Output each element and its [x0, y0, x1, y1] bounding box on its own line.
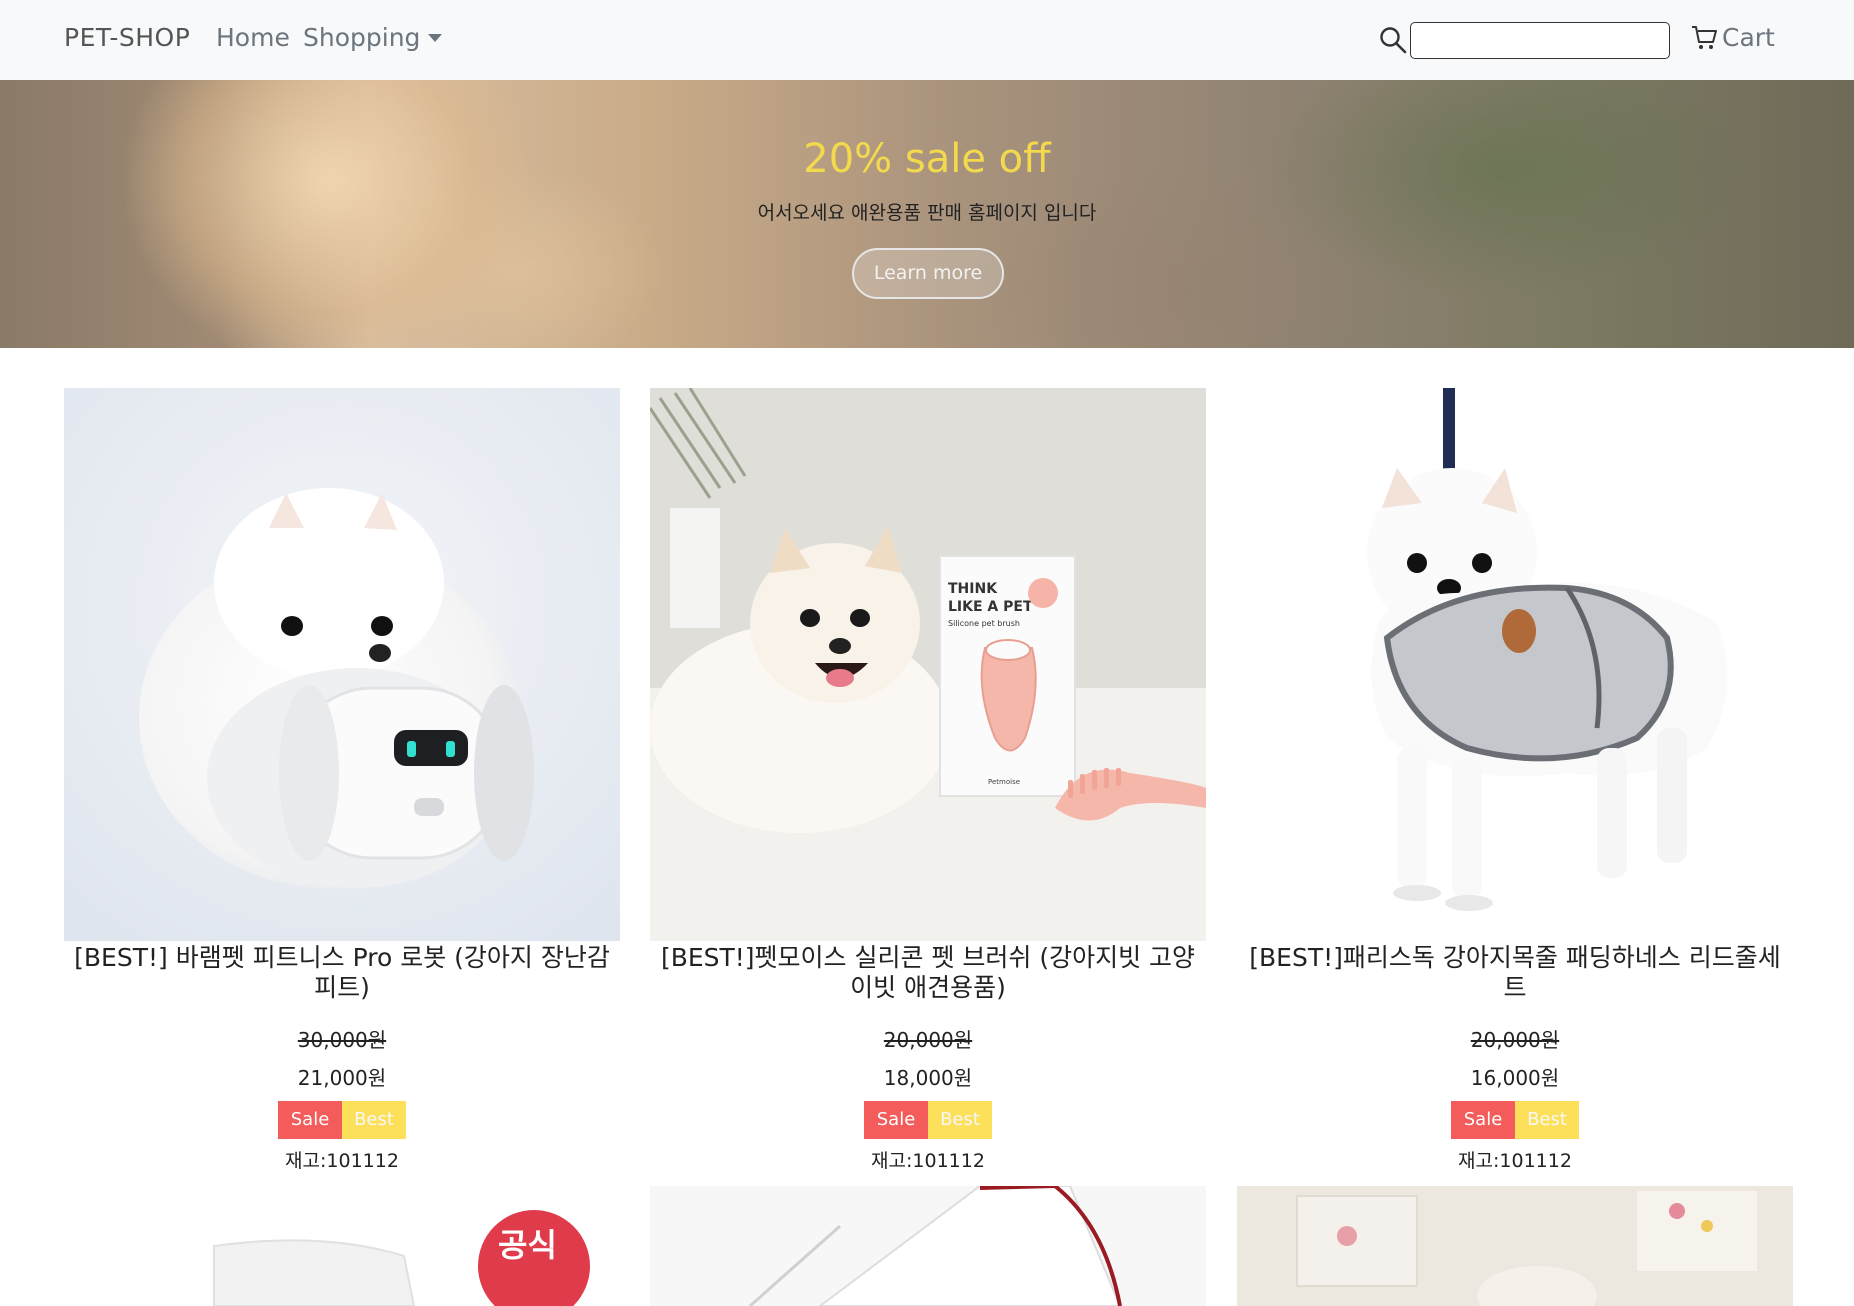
search-input[interactable] [1410, 22, 1670, 59]
sale-badge: Sale [1451, 1101, 1515, 1139]
badge-group: Sale Best [1237, 1101, 1793, 1139]
original-price: 20,000원 [1470, 1028, 1560, 1052]
cart-link[interactable]: Cart [1690, 0, 1775, 80]
badge-group: Sale Best [650, 1101, 1206, 1139]
brand-logo[interactable]: PET-SHOP [64, 0, 190, 80]
best-badge: Best [342, 1101, 406, 1139]
best-badge: Best [1515, 1101, 1579, 1139]
stock-count: 재고:101112 [1458, 1150, 1572, 1172]
chevron-down-icon [428, 34, 443, 42]
brush-box-line1: THINK [948, 581, 998, 597]
official-badge-text: 공식 [498, 1226, 557, 1264]
sale-badge: Sale [278, 1101, 342, 1139]
original-price: 30,000원 [297, 1028, 387, 1052]
original-price: 20,000원 [883, 1028, 973, 1052]
hero-banner: 20% sale off 어서오세요 애완용품 판매 홈페이지 입니다 Lear… [0, 80, 1854, 348]
search-icon[interactable] [1378, 25, 1408, 55]
product-image-harness[interactable] [1237, 388, 1793, 941]
sale-price: 18,000원 [883, 1066, 973, 1090]
sale-price: 21,000원 [297, 1066, 387, 1090]
stock-count: 재고:101112 [285, 1150, 399, 1172]
product-image[interactable] [1237, 1186, 1793, 1306]
brush-box-line3: Silicone pet brush [948, 619, 1020, 628]
stock-count: 재고:101112 [871, 1150, 985, 1172]
badge-group: Sale Best [64, 1101, 620, 1139]
product-image[interactable]: 공식 [64, 1186, 620, 1306]
product-image-pet-brush[interactable]: THINK LIKE A PET Silicone pet brush Petm… [650, 388, 1206, 941]
sale-badge: Sale [864, 1101, 928, 1139]
hero-subtitle: 어서오세요 애완용품 판매 홈페이지 입니다 [757, 202, 1097, 224]
cart-icon [1692, 26, 1717, 49]
learn-more-button[interactable]: Learn more [852, 248, 1004, 299]
product-title[interactable]: [BEST!]펫모이스 실리콘 펫 브러쉬 (강아지빗 고양이빗 애견용품) [650, 943, 1206, 1003]
product-image-robot-toy[interactable] [64, 388, 620, 941]
brush-box-line2: LIKE A PET [948, 599, 1033, 615]
nav-shopping-dropdown[interactable]: Shopping [303, 0, 443, 80]
product-title[interactable]: [BEST!] 바램펫 피트니스 Pro 로봇 (강아지 장난감 피트) [64, 943, 620, 1003]
product-title[interactable]: [BEST!]패리스독 강아지목줄 패딩하네스 리드줄세트 [1237, 943, 1793, 1003]
cart-label: Cart [1722, 23, 1775, 52]
brush-box-brand: Petmoise [988, 778, 1020, 786]
best-badge: Best [928, 1101, 992, 1139]
product-image[interactable] [650, 1186, 1206, 1306]
sale-price: 16,000원 [1470, 1066, 1560, 1090]
hero-title: 20% sale off [803, 136, 1051, 182]
nav-shopping-label: Shopping [303, 23, 421, 52]
navbar: PET-SHOP Home Shopping Cart [0, 0, 1854, 80]
nav-home-link[interactable]: Home [216, 0, 290, 80]
